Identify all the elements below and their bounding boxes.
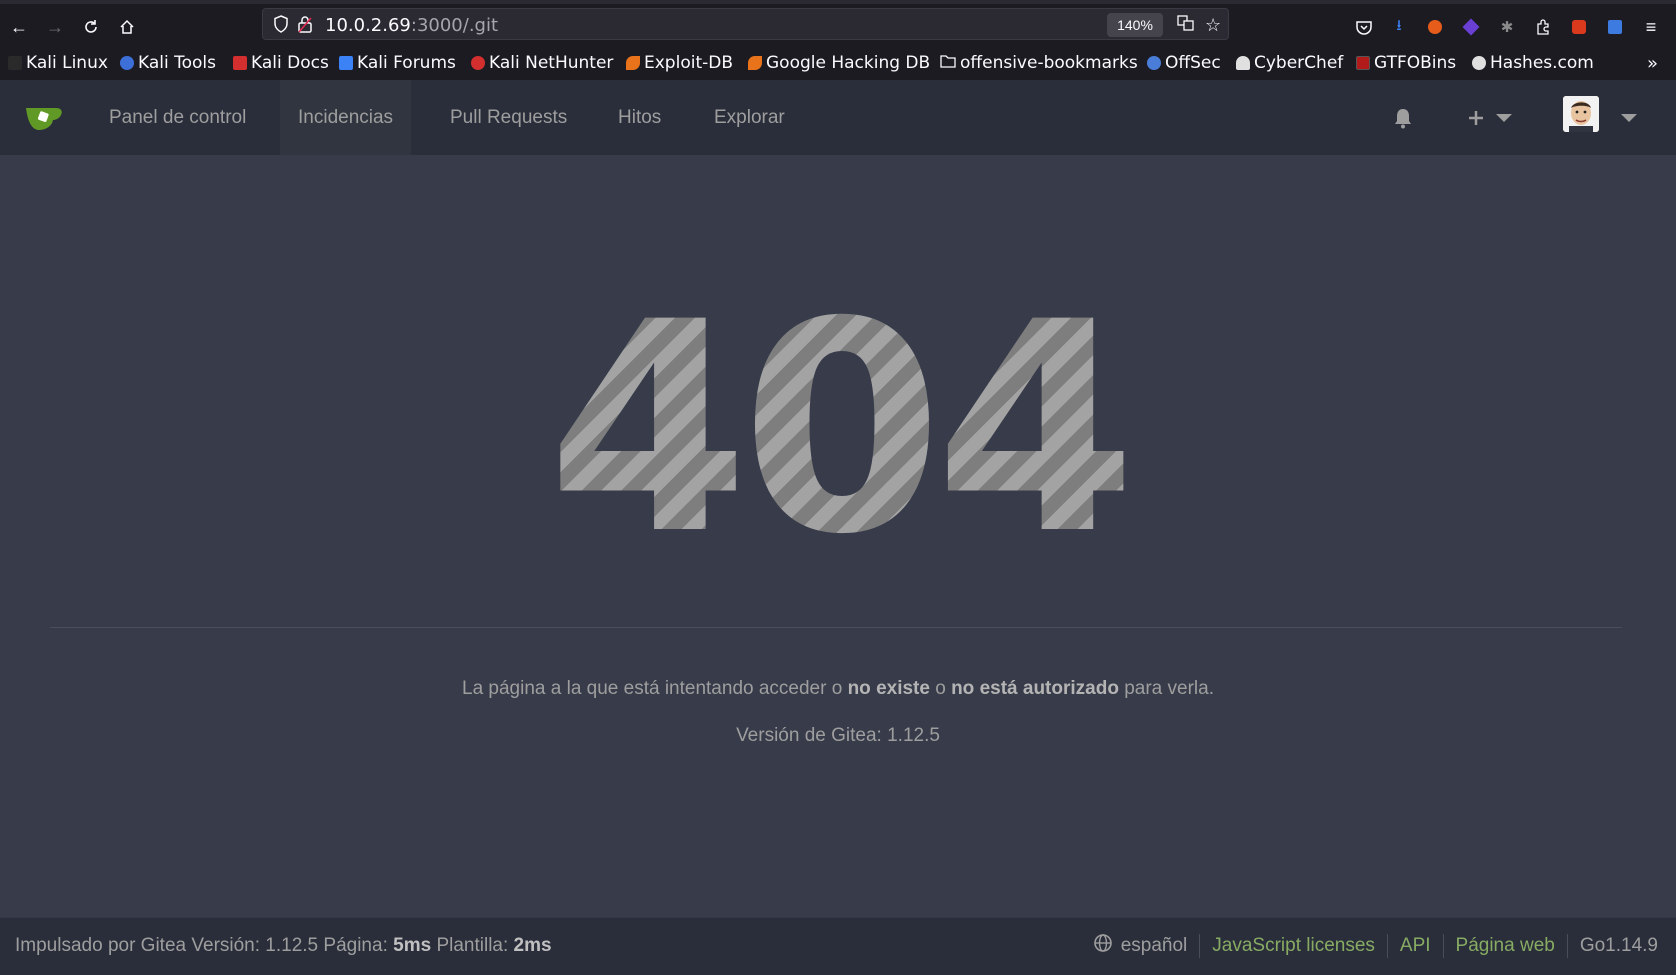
link-javascript-licenses[interactable]: JavaScript licenses [1212, 935, 1375, 957]
ghdb-icon [748, 56, 762, 70]
nav-issues[interactable]: Incidencias [280, 80, 412, 155]
extension-fox-icon[interactable] [1424, 16, 1446, 38]
go-version: Go1.14.9 [1579, 935, 1658, 956]
nav-explore[interactable]: Explorar [696, 80, 803, 155]
bookmark-gtfobins[interactable]: GTFOBins [1356, 51, 1456, 75]
browser-toolbar: ← → 10.0.2.69:3000/.git 140% ☆ ⭳ ✱ ≡ [0, 0, 1676, 46]
back-icon[interactable]: ← [7, 15, 31, 39]
footer: Impulsado por Gitea Versión: 1.12.5 Pági… [0, 917, 1676, 975]
footer-links: español JavaScript licenses API Página w… [1093, 932, 1658, 960]
bookmark-offsec[interactable]: OffSec [1147, 51, 1221, 75]
menu-icon[interactable]: ≡ [1640, 16, 1662, 38]
error-page: 404 La página a la que está intentando a… [0, 155, 1676, 917]
url-text[interactable]: 10.0.2.69:3000/.git [325, 15, 498, 36]
foxyproxy-icon[interactable] [1568, 16, 1590, 38]
gtfobins-icon [1356, 56, 1370, 70]
lock-icon[interactable] [298, 15, 312, 37]
bookmark-kali-linux[interactable]: Kali Linux [8, 51, 108, 75]
extension-puzzle-gray-icon[interactable]: ✱ [1496, 16, 1518, 38]
hashes-icon [1472, 56, 1486, 70]
language-selector[interactable]: español [1093, 933, 1187, 959]
gitea-navbar: Panel de control Incidencias Pull Reques… [0, 80, 1676, 155]
notifications-bell-icon[interactable] [1393, 80, 1413, 155]
folder-icon [940, 53, 956, 73]
extension-diamond-icon[interactable] [1460, 16, 1482, 38]
create-plus-icon[interactable] [1466, 80, 1486, 155]
bookmark-kali-docs[interactable]: Kali Docs [233, 51, 329, 75]
separator [1566, 934, 1568, 958]
kali-nethunter-icon [471, 56, 485, 70]
exploit-db-icon [626, 56, 640, 70]
offsec-icon [1147, 56, 1161, 70]
separator [1386, 934, 1388, 958]
kali-docs-icon [233, 56, 247, 70]
bookmark-folder-offensive[interactable]: offensive-bookmarks [940, 51, 1138, 75]
bookmark-google-hacking-db[interactable]: Google Hacking DB [748, 51, 930, 75]
download-icon[interactable]: ⭳ [1388, 16, 1410, 38]
kali-forums-icon [339, 56, 353, 70]
url-bar[interactable]: 10.0.2.69:3000/.git 140% ☆ [262, 8, 1229, 40]
forward-icon[interactable]: → [43, 15, 67, 39]
bookmarks-bar: Kali Linux Kali Tools Kali Docs Kali For… [0, 46, 1676, 80]
extensions-puzzle-icon[interactable] [1532, 16, 1554, 38]
reload-icon[interactable] [79, 15, 103, 39]
zoom-level[interactable]: 140% [1107, 13, 1163, 37]
bookmark-star-icon[interactable]: ☆ [1205, 15, 1221, 36]
kali-dragon-icon [8, 56, 22, 70]
divider [50, 627, 1622, 628]
link-api[interactable]: API [1400, 935, 1431, 957]
kali-tools-icon [120, 56, 134, 70]
footer-powered-by: Impulsado por Gitea Versión: 1.12.5 Pági… [15, 935, 552, 956]
globe-icon [1093, 933, 1113, 959]
separator [1199, 934, 1201, 958]
shield-icon[interactable] [273, 15, 289, 37]
nav-pull-requests[interactable]: Pull Requests [432, 80, 585, 155]
bookmark-hashes-com[interactable]: Hashes.com [1472, 51, 1594, 75]
gitea-logo-icon[interactable] [24, 102, 64, 134]
pocket-icon[interactable] [1353, 16, 1375, 38]
bookmark-kali-tools[interactable]: Kali Tools [120, 51, 216, 75]
separator [1442, 934, 1444, 958]
link-website[interactable]: Página web [1456, 935, 1555, 957]
create-dropdown-caret-icon[interactable] [1496, 80, 1512, 155]
gitea-version: Versión de Gitea: 1.12.5 [736, 725, 940, 746]
error-code-404: 404 [0, 285, 1676, 575]
home-icon[interactable] [115, 15, 139, 39]
user-avatar[interactable] [1563, 96, 1599, 132]
translate-icon[interactable] [1177, 15, 1195, 35]
bookmark-cyberchef[interactable]: CyberChef [1236, 51, 1343, 75]
bookmark-kali-forums[interactable]: Kali Forums [339, 51, 456, 75]
translator-icon[interactable] [1604, 16, 1626, 38]
user-dropdown-caret-icon[interactable] [1621, 80, 1637, 155]
nav-milestones[interactable]: Hitos [600, 80, 679, 155]
bookmark-kali-nethunter[interactable]: Kali NetHunter [471, 51, 613, 75]
bookmark-exploit-db[interactable]: Exploit-DB [626, 51, 733, 75]
error-message: La página a la que está intentando acced… [462, 678, 1214, 699]
more-bookmarks-chevron-icon[interactable]: » [1647, 51, 1658, 75]
nav-dashboard[interactable]: Panel de control [91, 80, 264, 155]
chef-hat-icon [1236, 56, 1250, 70]
